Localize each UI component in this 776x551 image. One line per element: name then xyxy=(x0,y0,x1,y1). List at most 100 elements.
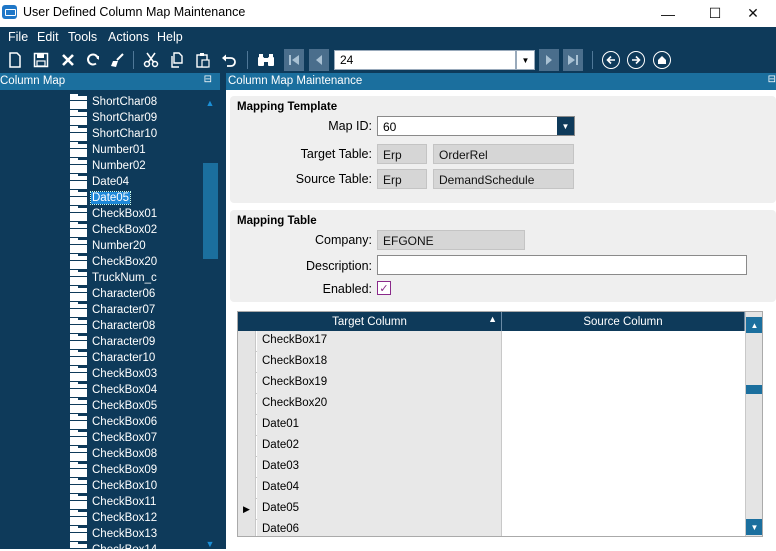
tree-item[interactable]: Character07 xyxy=(70,301,156,318)
map-id-dropdown-icon[interactable]: ▼ xyxy=(557,117,574,135)
tree-item[interactable]: ShortChar09 xyxy=(70,109,158,126)
tree-item[interactable]: Character09 xyxy=(70,333,156,350)
tree-item[interactable]: CheckBox11 xyxy=(70,493,157,510)
row-selector[interactable] xyxy=(238,331,256,352)
menu-tools[interactable]: Tools xyxy=(68,30,97,44)
target-column-cell[interactable]: Date02 xyxy=(257,436,502,457)
tree-item[interactable]: CheckBox14 xyxy=(70,541,158,549)
scroll-thumb[interactable] xyxy=(203,163,218,259)
menu-file[interactable]: File xyxy=(8,30,28,44)
next-record-icon[interactable] xyxy=(539,49,559,71)
save-icon[interactable] xyxy=(31,50,51,70)
tree-item[interactable]: Number02 xyxy=(70,157,147,174)
scroll-down-icon[interactable]: ▼ xyxy=(746,519,762,535)
tree-item[interactable]: CheckBox01 xyxy=(70,205,158,222)
source-column-header[interactable]: Source Column xyxy=(502,312,745,331)
target-column-cell[interactable]: Date04 xyxy=(257,478,502,499)
cut-icon[interactable] xyxy=(141,50,161,70)
previous-record-icon[interactable] xyxy=(309,49,329,71)
source-column-cell[interactable] xyxy=(502,352,745,373)
tree-item[interactable]: Number20 xyxy=(70,237,147,254)
target-column-cell[interactable]: Date05 xyxy=(257,499,502,520)
tree-item[interactable]: CheckBox04 xyxy=(70,381,158,398)
target-column-cell[interactable]: CheckBox17 xyxy=(257,331,502,352)
tree-item[interactable]: Character06 xyxy=(70,285,156,302)
home-icon[interactable] xyxy=(653,51,671,69)
scroll-thumb[interactable] xyxy=(746,385,762,394)
target-column-cell[interactable]: CheckBox20 xyxy=(257,394,502,415)
source-column-cell[interactable] xyxy=(502,331,745,352)
enabled-checkbox[interactable]: ✓ xyxy=(377,281,391,295)
tree-scrollbar[interactable]: ▲ ▼ xyxy=(202,94,218,549)
row-selector[interactable] xyxy=(238,520,256,536)
grid-row[interactable]: CheckBox20 xyxy=(238,394,745,415)
grid-row[interactable]: ▶ Date05 xyxy=(238,499,745,520)
source-column-cell[interactable] xyxy=(502,520,745,536)
tree-item[interactable]: CheckBox06 xyxy=(70,413,158,430)
tree-item[interactable]: Character10 xyxy=(70,349,156,366)
target-column-cell[interactable]: CheckBox19 xyxy=(257,373,502,394)
pin-icon[interactable]: ⊟ xyxy=(768,74,776,85)
paste-icon[interactable] xyxy=(193,50,213,70)
minimize-button[interactable]: — xyxy=(645,0,691,27)
tree-item[interactable]: TruckNum_c xyxy=(70,269,158,286)
scroll-up-icon[interactable]: ▲ xyxy=(202,96,218,110)
delete-icon[interactable] xyxy=(58,50,78,70)
target-column-cell[interactable]: CheckBox18 xyxy=(257,352,502,373)
record-dropdown-icon[interactable]: ▼ xyxy=(516,50,535,70)
record-navigation-input[interactable]: 24 xyxy=(334,50,516,70)
target-column-header[interactable]: Target Column ▲ xyxy=(238,312,502,331)
target-column-cell[interactable]: Date06 xyxy=(257,520,502,536)
source-column-cell[interactable] xyxy=(502,373,745,394)
row-selector[interactable] xyxy=(238,352,256,373)
row-selector[interactable] xyxy=(238,478,256,499)
tree-item[interactable]: Date04 xyxy=(70,173,130,190)
tree-item[interactable]: CheckBox20 xyxy=(70,253,158,270)
menu-actions[interactable]: Actions xyxy=(108,30,149,44)
grid-row[interactable]: CheckBox17 xyxy=(238,331,745,352)
target-column-cell[interactable]: Date01 xyxy=(257,415,502,436)
grid-row[interactable]: Date01 xyxy=(238,415,745,436)
menu-edit[interactable]: Edit xyxy=(37,30,59,44)
source-column-cell[interactable] xyxy=(502,478,745,499)
tree-item[interactable]: Date05 xyxy=(70,189,132,206)
new-icon[interactable] xyxy=(5,50,25,70)
row-selector[interactable] xyxy=(238,415,256,436)
tree-item[interactable]: CheckBox08 xyxy=(70,445,158,462)
tree-item[interactable]: CheckBox02 xyxy=(70,221,158,238)
tree-item[interactable]: CheckBox10 xyxy=(70,477,158,494)
scroll-up-icon[interactable]: ▲ xyxy=(746,317,762,333)
source-column-cell[interactable] xyxy=(502,436,745,457)
source-column-cell[interactable] xyxy=(502,499,745,520)
tree-item[interactable]: CheckBox07 xyxy=(70,429,158,446)
grid-row[interactable]: Date03 xyxy=(238,457,745,478)
target-column-cell[interactable]: Date03 xyxy=(257,457,502,478)
row-selector[interactable] xyxy=(238,457,256,478)
row-selector[interactable] xyxy=(238,373,256,394)
refresh-icon[interactable] xyxy=(83,50,103,70)
row-selector[interactable]: ▶ xyxy=(238,499,256,520)
forward-icon[interactable] xyxy=(627,51,645,69)
grid-row[interactable]: Date02 xyxy=(238,436,745,457)
last-record-icon[interactable] xyxy=(563,49,583,71)
undo-icon[interactable] xyxy=(219,50,239,70)
source-column-cell[interactable] xyxy=(502,394,745,415)
map-id-field[interactable]: 60 xyxy=(377,116,575,136)
menu-help[interactable]: Help xyxy=(157,30,183,44)
row-selector[interactable] xyxy=(238,394,256,415)
tree-item[interactable]: CheckBox12 xyxy=(70,509,158,526)
clear-icon[interactable] xyxy=(108,50,128,70)
tree-item[interactable]: ShortChar10 xyxy=(70,125,158,142)
first-record-icon[interactable] xyxy=(284,49,304,71)
tree-item[interactable]: ShortChar08 xyxy=(70,94,158,110)
grid-row[interactable]: Date04 xyxy=(238,478,745,499)
grid-row[interactable]: CheckBox19 xyxy=(238,373,745,394)
back-icon[interactable] xyxy=(602,51,620,69)
tree-item[interactable]: CheckBox13 xyxy=(70,525,158,542)
copy-icon[interactable] xyxy=(167,50,187,70)
source-column-cell[interactable] xyxy=(502,457,745,478)
grid-scrollbar[interactable]: ▲ ▼ xyxy=(745,312,762,536)
grid-row[interactable]: Date06 xyxy=(238,520,745,536)
pin-icon[interactable]: ⊟ xyxy=(204,74,212,85)
tree-item[interactable]: CheckBox09 xyxy=(70,461,158,478)
